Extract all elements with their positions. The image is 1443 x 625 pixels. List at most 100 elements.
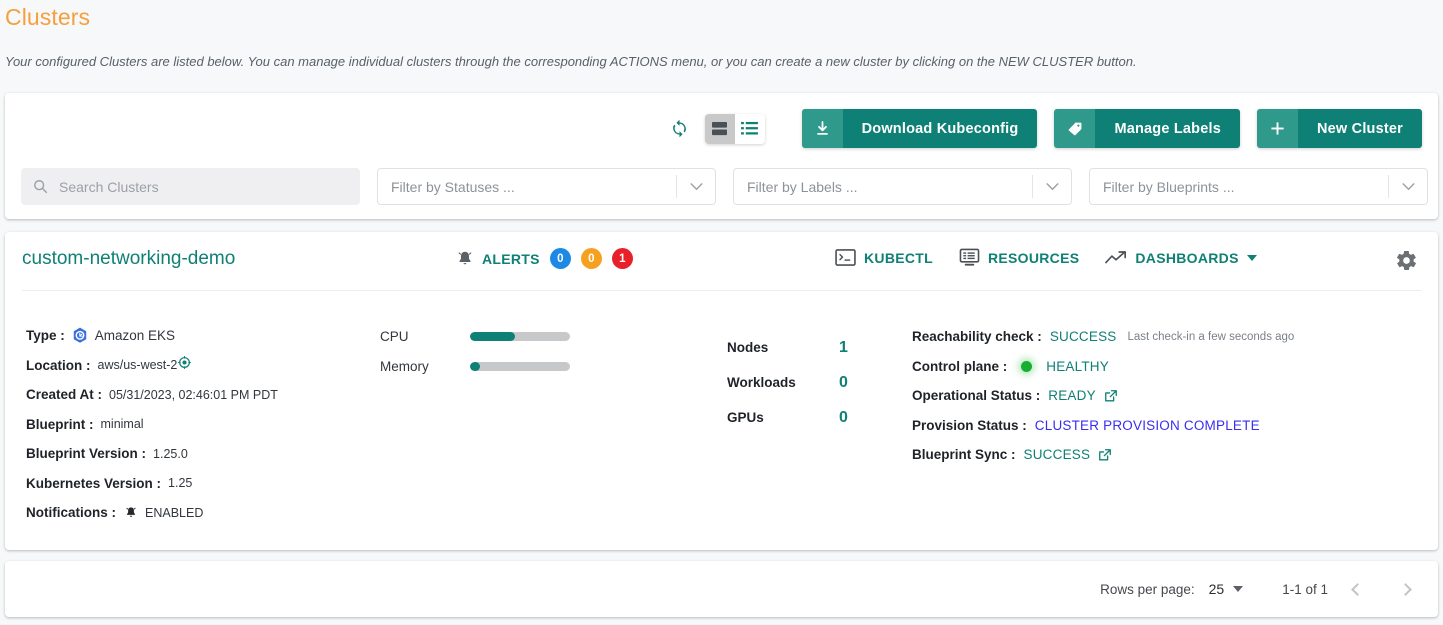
status-value[interactable]: CLUSTER PROVISION COMPLETE — [1035, 418, 1260, 433]
filters-row: Filter by Statuses ... Filter by Labels … — [21, 168, 1428, 205]
page-title: Clusters — [5, 4, 91, 30]
count-label: Workloads — [727, 375, 796, 390]
download-kubeconfig-button[interactable]: Download Kubeconfig — [801, 109, 1038, 148]
filter-by-labels-select[interactable]: Filter by Labels ... — [733, 168, 1072, 205]
bell-icon — [458, 251, 472, 264]
cluster-metrics-column: CPU Memory — [380, 322, 570, 381]
gear-icon — [1397, 251, 1416, 270]
cluster-status-column: Reachability check : SUCCESS Last check-… — [912, 322, 1294, 470]
resources-label: RESOURCES — [987, 249, 1080, 266]
pagination-controls: Rows per page: 25 1-1 of 1 — [1100, 561, 1424, 617]
toolbar-actions: Download Kubeconfig Manage Labels New Cl… — [665, 109, 1422, 148]
status-note: Last check-in a few seconds ago — [1127, 330, 1295, 343]
cluster-settings-button[interactable] — [1395, 249, 1418, 277]
cluster-name-link[interactable]: custom-networking-demo — [22, 248, 235, 270]
filter-by-statuses-select[interactable]: Filter by Statuses ... — [377, 168, 716, 205]
detail-value: 1.25.0 — [153, 446, 188, 461]
search-clusters-box[interactable] — [21, 168, 360, 205]
download-kubeconfig-label: Download Kubeconfig — [842, 109, 1038, 148]
list-view-toggle[interactable] — [735, 114, 765, 144]
alerts-label: ALERTS — [482, 250, 540, 267]
external-link-icon[interactable] — [1104, 389, 1118, 403]
manage-labels-button[interactable]: Manage Labels — [1054, 109, 1240, 148]
cluster-counts-column: Nodes 1 Workloads 0 GPUs 0 — [727, 330, 848, 435]
chevron-down-icon[interactable] — [1389, 182, 1427, 191]
rows-per-page-value: 25 — [1208, 581, 1225, 597]
alerts-group[interactable]: ALERTS 0 0 1 — [455, 248, 633, 269]
detail-notifications: Notifications : ENABLED — [26, 498, 278, 528]
detail-type: Type : Amazon EKS — [26, 321, 278, 351]
kubectl-label: KUBECTL — [864, 249, 933, 266]
chevron-left-icon — [1350, 582, 1364, 596]
card-view-icon — [712, 121, 728, 136]
rows-per-page-label: Rows per page: — [1100, 581, 1195, 597]
refresh-button[interactable] — [665, 114, 695, 144]
external-link-icon[interactable] — [1098, 448, 1112, 462]
detail-created-at: Created At : 05/31/2023, 02:46:01 PM PDT — [26, 380, 278, 410]
rows-per-page-select[interactable]: 25 — [1209, 581, 1244, 597]
alerts-warning-badge[interactable]: 0 — [580, 248, 602, 269]
pagination-card: Rows per page: 25 1-1 of 1 — [5, 561, 1438, 617]
resources-link[interactable]: RESOURCES — [959, 248, 1079, 267]
dashboards-label: DASHBOARDS — [1135, 249, 1239, 266]
detail-label: Created At : — [26, 387, 103, 403]
detail-value: Amazon EKS — [94, 328, 176, 344]
count-value: 1 — [839, 338, 848, 356]
detail-value: 1.25 — [168, 476, 193, 491]
status-value: SUCCESS — [1023, 447, 1091, 463]
detail-location: Location : aws/us-west-2 — [26, 351, 278, 381]
detail-value: 05/31/2023, 02:46:01 PM PDT — [109, 387, 278, 402]
download-icon — [801, 109, 843, 148]
alerts-critical-badge[interactable]: 1 — [611, 248, 633, 269]
status-label: Operational Status : — [912, 388, 1041, 404]
count-gpus: GPUs 0 — [727, 400, 848, 435]
cluster-card-header: custom-networking-demo ALERTS 0 0 1 KUBE… — [5, 232, 1438, 291]
status-reachability-check: Reachability check : SUCCESS Last check-… — [912, 322, 1294, 352]
cpu-usage-bar — [470, 332, 570, 342]
alerts-info-badge[interactable]: 0 — [549, 248, 571, 269]
view-toggle[interactable] — [704, 113, 765, 144]
status-blueprint-sync: Blueprint Sync : SUCCESS — [912, 440, 1294, 470]
kubernetes-icon — [72, 327, 88, 344]
filter-by-statuses-label: Filter by Statuses ... — [391, 178, 515, 195]
status-value: SUCCESS — [1049, 329, 1117, 345]
terminal-icon — [835, 249, 856, 266]
detail-blueprint-version: Blueprint Version : 1.25.0 — [26, 439, 278, 469]
status-label: Blueprint Sync : — [912, 447, 1016, 463]
count-workloads: Workloads 0 — [727, 365, 848, 400]
count-label: Nodes — [727, 340, 769, 355]
search-icon — [34, 180, 48, 194]
detail-label: Kubernetes Version : — [26, 475, 162, 491]
kubectl-link[interactable]: KUBECTL — [835, 249, 933, 266]
metric-label: CPU — [380, 329, 409, 345]
search-input[interactable] — [57, 177, 348, 196]
status-value: READY — [1048, 388, 1096, 404]
status-provision: Provision Status : CLUSTER PROVISION COM… — [912, 411, 1294, 441]
plus-icon — [1257, 109, 1298, 148]
metric-memory: Memory — [380, 352, 570, 382]
chevron-down-icon[interactable] — [1033, 182, 1071, 191]
card-divider — [22, 290, 1421, 291]
new-cluster-button[interactable]: New Cluster — [1257, 109, 1422, 148]
card-view-toggle[interactable] — [704, 113, 735, 144]
manage-labels-label: Manage Labels — [1095, 109, 1240, 148]
chevron-down-icon[interactable] — [677, 182, 715, 191]
refresh-icon — [673, 119, 686, 138]
filter-by-blueprints-select[interactable]: Filter by Blueprints ... — [1089, 168, 1428, 205]
chevron-down-icon[interactable] — [1246, 254, 1257, 261]
detail-blueprint: Blueprint : minimal — [26, 410, 278, 440]
toolbar-card: Download Kubeconfig Manage Labels New Cl… — [5, 93, 1438, 219]
cluster-actions: KUBECTL RESOURCES DASHBOARDS — [835, 248, 1283, 267]
detail-value: minimal — [100, 417, 144, 432]
previous-page-button[interactable] — [1338, 570, 1376, 608]
dashboards-link[interactable]: DASHBOARDS — [1105, 249, 1257, 266]
status-value: HEALTHY — [1046, 358, 1109, 374]
detail-label: Notifications : — [26, 505, 116, 521]
detail-label: Blueprint Version : — [26, 446, 147, 462]
tag-icon — [1054, 109, 1096, 148]
page-description: Your configured Clusters are listed belo… — [5, 54, 1137, 69]
next-page-button[interactable] — [1386, 570, 1424, 608]
bell-icon — [124, 505, 138, 520]
cluster-details-column: Type : Amazon EKS Location : aws/us-west… — [26, 321, 278, 528]
count-label: GPUs — [727, 410, 764, 425]
